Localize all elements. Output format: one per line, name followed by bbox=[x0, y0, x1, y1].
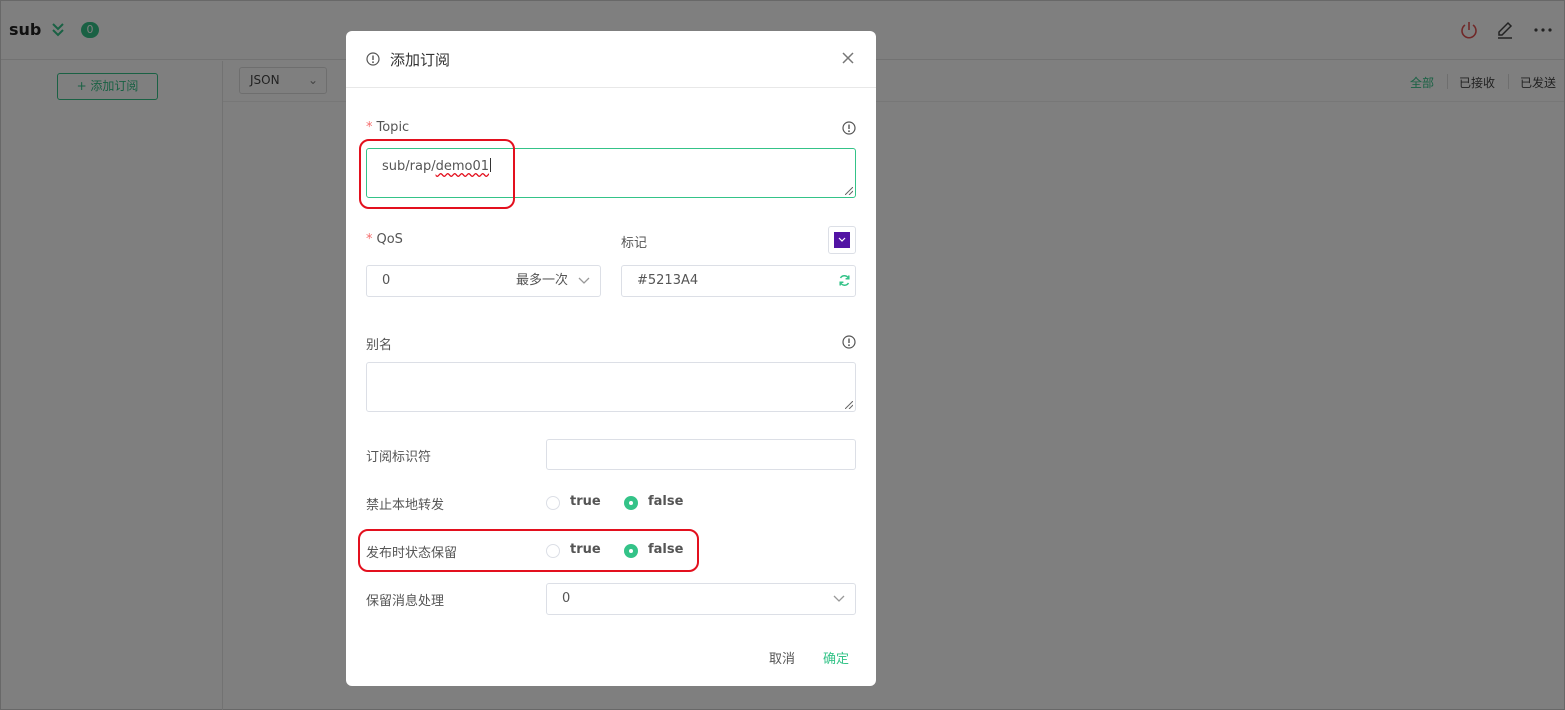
topic-label: * Topic bbox=[366, 120, 409, 135]
qos-label: * QoS bbox=[366, 232, 403, 247]
resize-handle-icon[interactable] bbox=[845, 401, 853, 409]
dialog-header: 添加订阅 bbox=[346, 31, 876, 88]
mark-label: 标记 bbox=[621, 236, 648, 251]
info-icon bbox=[366, 52, 380, 66]
chevron-down-icon bbox=[578, 277, 590, 284]
resize-handle-icon[interactable] bbox=[845, 187, 853, 195]
color-picker-button[interactable] bbox=[828, 226, 856, 254]
cancel-button[interactable]: 取消 bbox=[769, 648, 795, 667]
required-mark: * bbox=[366, 232, 373, 247]
retain-handling-select[interactable]: 0 bbox=[546, 583, 856, 615]
close-icon[interactable] bbox=[840, 50, 856, 66]
no-local-false-label[interactable]: false bbox=[648, 494, 683, 509]
info-icon[interactable] bbox=[842, 121, 856, 135]
no-local-false-radio[interactable] bbox=[624, 496, 638, 510]
retain-handling-value: 0 bbox=[562, 591, 571, 606]
qos-value-description: 最多一次 bbox=[515, 273, 568, 288]
mark-color-value: #5213A4 bbox=[637, 273, 699, 288]
subscription-identifier-label: 订阅标识符 bbox=[366, 450, 432, 465]
refresh-icon[interactable] bbox=[838, 274, 851, 287]
annotation-highlight-retain-as-published bbox=[358, 529, 699, 572]
dialog-title: 添加订阅 bbox=[390, 51, 451, 69]
annotation-highlight-topic bbox=[359, 139, 515, 209]
info-icon[interactable] bbox=[842, 335, 856, 349]
confirm-button[interactable]: 确定 bbox=[823, 648, 849, 667]
mark-color-input[interactable]: #5213A4 bbox=[621, 265, 856, 297]
no-local-true-radio[interactable] bbox=[546, 496, 560, 510]
required-mark: * bbox=[366, 120, 373, 135]
alias-input[interactable] bbox=[366, 362, 856, 412]
add-subscription-dialog: 添加订阅 * Topic sub/rap/demo01 * QoS 0 最多一次 标… bbox=[346, 31, 876, 686]
no-local-true-label[interactable]: true bbox=[570, 494, 601, 509]
chevron-down-icon bbox=[833, 595, 845, 602]
qos-select[interactable]: 0 最多一次 bbox=[366, 265, 601, 297]
qos-label-text: QoS bbox=[376, 232, 403, 247]
retain-handling-label: 保留消息处理 bbox=[366, 594, 445, 609]
no-local-label: 禁止本地转发 bbox=[366, 498, 445, 513]
alias-label: 别名 bbox=[366, 338, 393, 353]
topic-label-text: Topic bbox=[376, 120, 410, 135]
qos-value: 0 bbox=[382, 273, 391, 288]
subscription-identifier-input[interactable] bbox=[546, 439, 856, 470]
color-swatch bbox=[834, 232, 850, 248]
